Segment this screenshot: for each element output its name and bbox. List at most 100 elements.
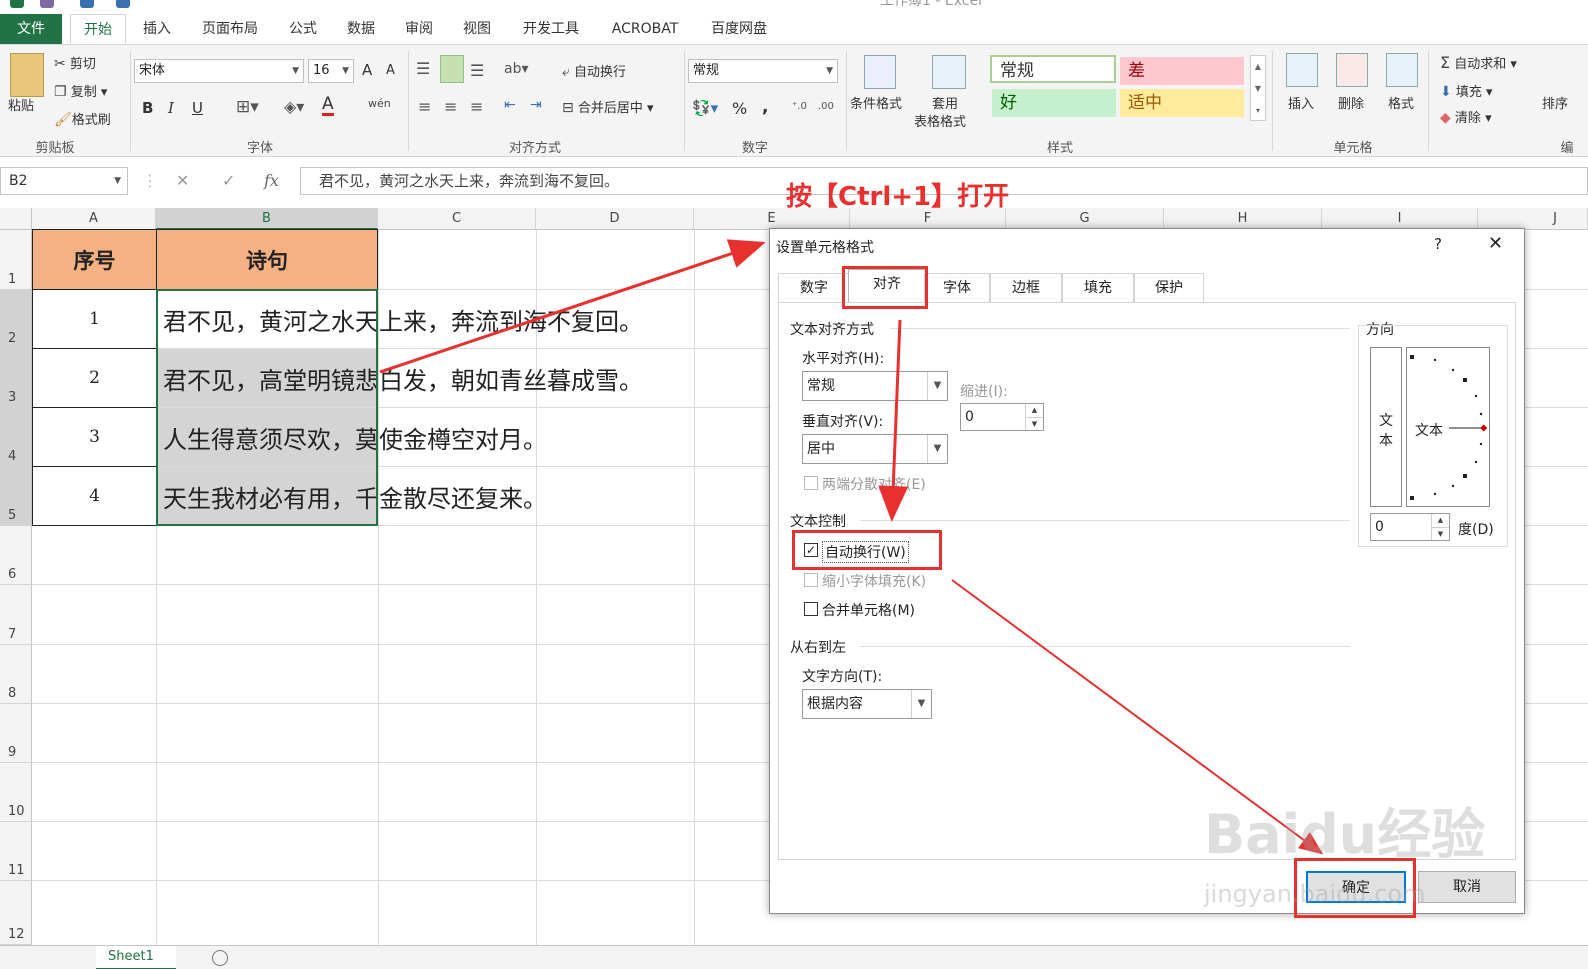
spin-down-icon[interactable]: ▼ (1431, 527, 1449, 540)
autosum-button[interactable]: Σ 自动求和 ▾ (1440, 53, 1517, 72)
text-direction-select[interactable]: 根据内容 ▼ (802, 689, 932, 719)
vertical-text-button[interactable]: 文 本 (1370, 347, 1402, 507)
tab-developer[interactable]: 开发工具 (512, 14, 590, 44)
enter-icon[interactable]: ✓ (222, 171, 235, 190)
row-header-2[interactable]: 2 (0, 290, 32, 349)
fill-button[interactable]: ⬇ 填充 ▾ (1440, 81, 1493, 100)
decrease-indent-icon[interactable]: ⇤ (504, 97, 516, 113)
cut-button[interactable]: ✂ 剪切 (54, 53, 96, 72)
spin-down-icon[interactable]: ▼ (1025, 417, 1043, 430)
tab-acrobat[interactable]: ACROBAT (602, 14, 688, 44)
decrease-decimal-icon[interactable]: .00 (818, 101, 834, 112)
cell-b4[interactable]: 人生得意须尽欢，莫使金樽空对月。 (157, 408, 547, 466)
cell-b1[interactable]: 诗句 (156, 229, 378, 290)
tab-page-layout[interactable]: 页面布局 (192, 14, 268, 44)
tab-insert[interactable]: 插入 (132, 14, 182, 44)
row-header-1[interactable]: 1 (0, 230, 32, 290)
tab-formulas[interactable]: 公式 (280, 14, 326, 44)
delete-cells-icon[interactable] (1336, 53, 1368, 87)
select-all-corner[interactable] (0, 208, 32, 230)
cell-a3[interactable]: 2 (32, 348, 157, 408)
column-header-a[interactable]: A (32, 208, 156, 230)
shrink-font-button[interactable]: A (386, 63, 395, 78)
cancel-icon[interactable]: ✕ (176, 171, 189, 190)
wrap-text-button[interactable]: ⤶ 自动换行 (562, 61, 626, 80)
chevron-down-icon[interactable]: ▼ (114, 168, 121, 194)
horizontal-align-select[interactable]: 常规 ▼ (802, 371, 948, 401)
style-good[interactable]: 好 (992, 89, 1116, 117)
accounting-icon[interactable]: 💱▾ (692, 99, 718, 117)
format-table-top-label[interactable]: 套用 (932, 93, 958, 112)
cell-a2[interactable]: 1 (32, 289, 157, 349)
column-header-g[interactable]: G (1006, 208, 1164, 230)
format-table-icon[interactable] (932, 55, 966, 89)
underline-button[interactable]: U (192, 99, 203, 117)
comma-button[interactable]: , (762, 97, 768, 117)
format-painter-button[interactable]: 🖌格式刷 (54, 109, 111, 128)
vertical-align-select[interactable]: 居中 ▼ (802, 434, 948, 464)
style-neutral[interactable]: 适中 (1120, 89, 1244, 117)
style-normal[interactable]: 常规 (990, 55, 1116, 83)
format-table-button[interactable]: 表格格式 (914, 111, 966, 130)
degrees-spinner[interactable]: 0 ▲ ▼ (1370, 513, 1450, 541)
sheet-tab-sheet1[interactable]: Sheet1 (96, 946, 176, 969)
align-center-icon[interactable]: ≡ (444, 97, 457, 116)
fill-color-icon[interactable]: ◈▾ (284, 97, 304, 116)
column-header-j[interactable]: J (1478, 208, 1588, 230)
tab-review[interactable]: 审阅 (396, 14, 442, 44)
column-header-c[interactable]: C (378, 208, 536, 230)
row-header-8[interactable]: 8 (0, 645, 32, 704)
dialog-tab-protection[interactable]: 保护 (1134, 273, 1204, 303)
bold-button[interactable]: B (142, 99, 153, 117)
align-left-icon[interactable]: ≡ (418, 97, 431, 116)
insert-cells-icon[interactable] (1286, 53, 1318, 87)
close-button[interactable]: ✕ (1488, 233, 1503, 254)
font-size-combo[interactable]: 16 ▼ (308, 59, 354, 83)
format-cells-icon[interactable] (1386, 53, 1418, 87)
tab-data[interactable]: 数据 (338, 14, 384, 44)
redo-icon[interactable] (116, 0, 130, 8)
row-header-11[interactable]: 11 (0, 822, 32, 881)
chevron-down-icon[interactable]: ▼ (927, 435, 947, 463)
paste-icon[interactable] (10, 53, 44, 97)
row-header-7[interactable]: 7 (0, 585, 32, 645)
styles-scroll[interactable]: ▲ ▼ ▾ (1250, 55, 1266, 121)
chevron-down-icon[interactable]: ▼ (826, 60, 833, 82)
dialog-tab-fill[interactable]: 填充 (1062, 273, 1134, 303)
indent-spinner[interactable]: 0 ▲ ▼ (960, 403, 1044, 431)
help-button[interactable]: ? (1434, 235, 1442, 253)
font-name-combo[interactable]: 宋体 ▼ (134, 59, 304, 83)
align-bottom-icon[interactable]: ☰ (470, 61, 484, 80)
border-icon[interactable]: ⊞▾ (236, 97, 259, 117)
row-header-10[interactable]: 10 (0, 763, 32, 822)
italic-button[interactable]: I (168, 99, 174, 117)
tab-baidu-netdisk[interactable]: 百度网盘 (700, 14, 778, 44)
shrink-to-fit-checkbox[interactable] (804, 573, 818, 587)
cell-a1[interactable]: 序号 (32, 229, 157, 290)
distributed-checkbox[interactable] (804, 476, 818, 490)
column-header-i[interactable]: I (1322, 208, 1478, 230)
column-header-d[interactable]: D (536, 208, 694, 230)
number-format-combo[interactable]: 常规 ▼ (688, 59, 838, 83)
phonetic-button[interactable]: wén (368, 97, 391, 110)
orientation-icon[interactable]: ab▾ (504, 61, 529, 77)
dialog-tab-alignment[interactable]: 对齐 (848, 269, 926, 303)
align-middle-icon[interactable] (440, 55, 464, 83)
insert-function-button[interactable]: fx (264, 171, 279, 190)
tab-home[interactable]: 开始 (70, 14, 126, 45)
add-sheet-icon[interactable] (212, 950, 228, 966)
increase-indent-icon[interactable]: ⇥ (530, 97, 542, 113)
row-header-3[interactable]: 3 (0, 349, 32, 408)
grow-font-button[interactable]: A (362, 61, 372, 79)
dialog-tab-number[interactable]: 数字 (778, 273, 850, 303)
chevron-down-icon[interactable]: ▼ (927, 372, 947, 400)
delete-cells-button[interactable]: 删除 (1338, 93, 1364, 112)
copy-button[interactable]: ❐ 复制 ▾ (54, 81, 107, 100)
style-bad[interactable]: 差 (1120, 57, 1244, 85)
spin-up-icon[interactable]: ▲ (1431, 514, 1449, 527)
cancel-button[interactable]: 取消 (1418, 871, 1516, 903)
cell-a5[interactable]: 4 (32, 466, 157, 526)
cell-a4[interactable]: 3 (32, 407, 157, 467)
cell-b3[interactable]: 君不见，高堂明镜悲白发，朝如青丝暮成雪。 (157, 349, 643, 407)
column-header-h[interactable]: H (1164, 208, 1322, 230)
